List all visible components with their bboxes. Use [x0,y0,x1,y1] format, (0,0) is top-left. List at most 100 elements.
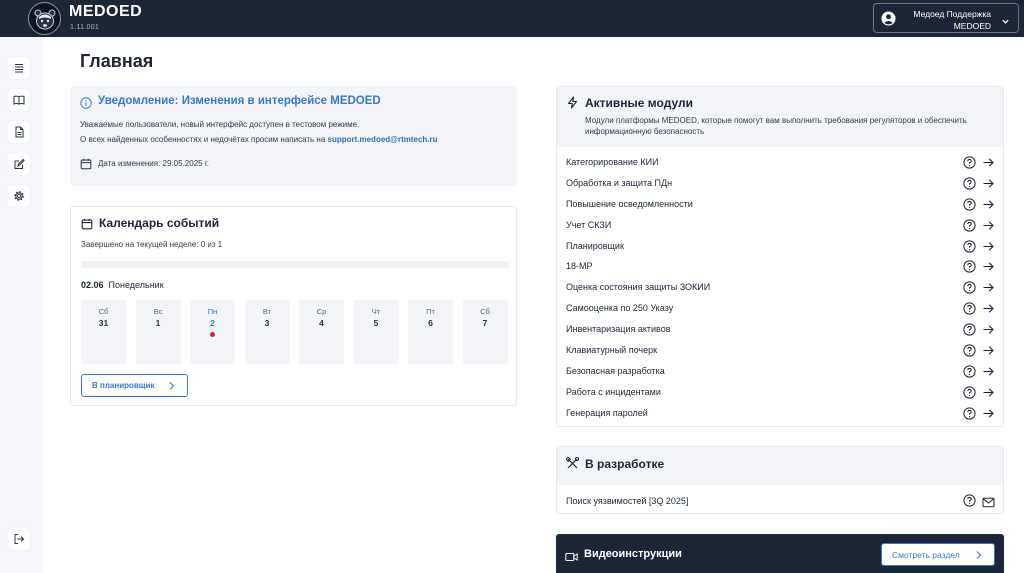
calendar-day[interactable]: Сб 31 [81,300,126,364]
day-name: Ср [316,307,327,316]
day-number: 2 [210,318,215,328]
help-icon[interactable] [963,302,976,320]
calendar-day[interactable]: Вт 3 [244,300,290,364]
mail-icon[interactable] [982,495,995,513]
calendar-day[interactable]: Сб 7 [462,300,508,364]
arrow-right-icon[interactable] [982,407,995,425]
medoed-logo-icon[interactable] [28,2,61,35]
module-item[interactable]: Учет СКЗИ [557,215,1003,236]
day-number: 31 [98,318,109,328]
sidebar-item-documents[interactable] [8,121,30,143]
video-instructions-title: Видеоинструкции [584,548,682,560]
help-icon[interactable] [963,219,976,237]
help-icon[interactable] [963,344,976,362]
module-item[interactable]: Оценка состояния защиты ЗОКИИ [557,277,1003,298]
module-item-label: 18-МР [566,261,593,272]
document-icon [15,126,24,138]
help-icon[interactable] [963,494,976,512]
module-item[interactable]: Работа с инцидентами [557,382,1003,403]
calendar-day[interactable]: Вс 1 [135,300,181,364]
help-icon[interactable] [963,177,976,195]
module-item-label: Оценка состояния защиты ЗОКИИ [566,282,711,293]
module-item-label: Повышение осведомленности [566,198,693,209]
top-bar: MEDOED 1.11.001 Медоед Поддержка MEDOED [0,0,1024,37]
module-item-label: Инвентаризация активов [566,324,671,335]
module-item-label: Безопасная разработка [566,365,665,376]
module-item-label: Самооценка по 250 Указу [566,303,674,314]
module-item[interactable]: Генерация паролей [557,403,1003,424]
help-icon[interactable] [963,198,976,216]
planner-button[interactable]: В планировщик [81,374,188,397]
module-item[interactable]: Повышение осведомленности [557,194,1003,215]
sidebar-item-list[interactable] [8,57,30,79]
in-development-header: В разработке [557,447,1003,485]
calendar-day-today[interactable]: Пн 2 [190,300,235,364]
module-item[interactable]: Самооценка по 250 Указу [557,298,1003,319]
module-item-label: Генерация паролей [566,407,648,418]
in-development-card: В разработке Поиск уязвимостей [3Q 2025] [556,446,1004,514]
arrow-right-icon[interactable] [982,177,995,195]
arrow-right-icon[interactable] [982,365,995,383]
help-icon[interactable] [963,281,976,299]
day-number: 4 [319,318,324,328]
arrow-right-icon[interactable] [982,302,995,320]
module-item[interactable]: Инвентаризация активов [557,319,1003,340]
sidebar-item-edit[interactable] [8,153,30,175]
info-icon [80,96,92,114]
current-weekday: Понедельник [108,280,164,290]
day-name: Пн [207,307,218,316]
view-section-button[interactable]: Смотреть раздел [881,543,995,566]
help-icon[interactable] [963,156,976,174]
arrow-right-icon[interactable] [982,156,995,174]
module-item[interactable]: Обработка и защита ПДн [557,173,1003,194]
sidebar-item-book[interactable] [8,89,30,111]
help-icon[interactable] [963,365,976,383]
arrow-right-icon[interactable] [982,323,995,341]
module-item-label: Категорирование КИИ [566,157,659,167]
user-menu[interactable]: Медоед Поддержка MEDOED [873,3,1019,33]
calendar-icon [80,157,92,175]
support-email-link[interactable]: support.medoed@rtmtech.ru [328,135,438,144]
notification-text-line2: О всех найденных особенностях и недочёта… [80,135,438,144]
gear-icon [14,191,24,201]
calendar-day[interactable]: Пт 6 [408,300,453,364]
help-icon[interactable] [963,323,976,341]
help-icon[interactable] [963,260,976,278]
module-item[interactable]: Категорирование КИИ [557,152,1003,173]
module-item[interactable]: Планировщик [557,236,1003,257]
help-icon[interactable] [963,386,976,404]
calendar-icon [81,217,93,235]
notification-text-line1: Уважаемые пользователи, новый интерфейс … [80,120,360,129]
arrow-right-icon[interactable] [982,240,995,258]
help-icon[interactable] [963,407,976,425]
arrow-right-icon[interactable] [982,260,995,278]
arrow-right-icon[interactable] [982,344,995,362]
user-info: Медоед Поддержка MEDOED [913,8,991,32]
arrow-right-icon[interactable] [982,219,995,237]
user-avatar-icon [881,11,896,31]
sidebar-item-settings[interactable] [8,185,30,207]
calendar-day[interactable]: Чт 5 [353,300,399,364]
module-item[interactable]: Клавиатурный почерк [557,340,1003,361]
arrow-right-icon[interactable] [982,198,995,216]
day-name: Сб [98,307,109,316]
chevron-right-icon [974,550,983,562]
weekly-progress-text: Завершено на текущей неделе: 0 из 1 [81,240,223,249]
help-icon[interactable] [963,239,976,258]
list-icon [15,63,23,73]
in-development-title: В разработке [585,457,665,471]
day-number: 3 [264,318,270,328]
sidebar-item-logout[interactable] [8,528,30,550]
active-modules-title: Активные модули [585,96,693,110]
module-item[interactable]: Безопасная разработка [557,361,1003,382]
module-item[interactable]: 18-МР [557,256,1003,277]
arrow-right-icon[interactable] [982,281,995,299]
active-modules-card: Активные модули Модули платформы MEDOED,… [556,86,1004,427]
calendar-day[interactable]: Ср 4 [299,300,344,364]
events-calendar-card: Календарь событий Завершено на текущей н… [70,206,517,406]
user-org: MEDOED [953,21,991,31]
current-date: 02.06 Понедельник [81,280,164,290]
edit-icon [14,158,25,169]
in-development-item[interactable]: Поиск уязвимостей [3Q 2025] [566,496,688,506]
arrow-right-icon[interactable] [982,386,995,404]
